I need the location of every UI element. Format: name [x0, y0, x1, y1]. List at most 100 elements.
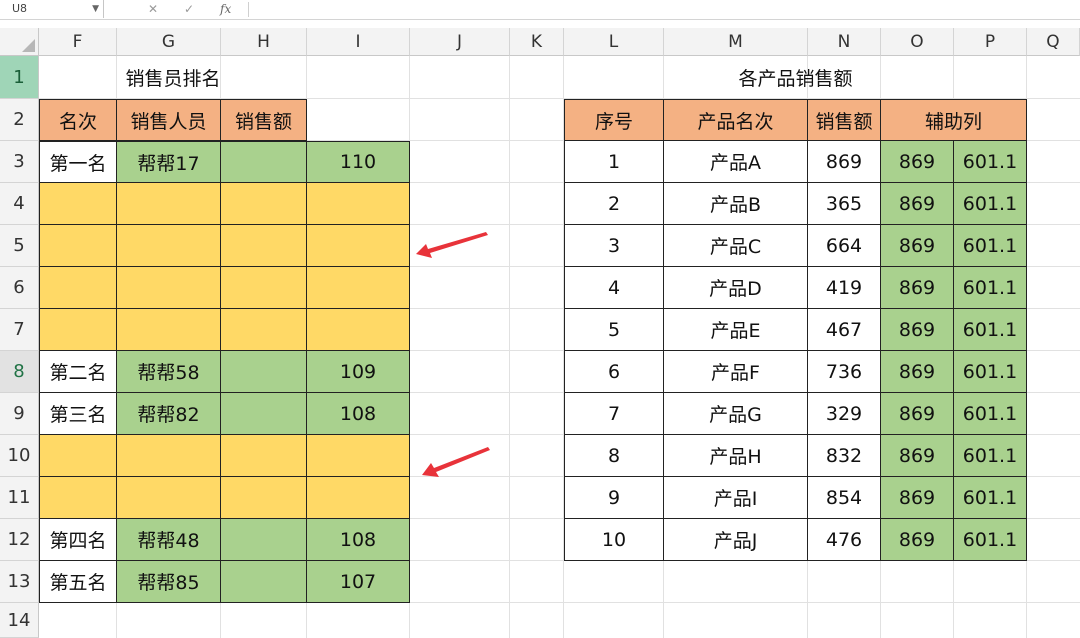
product-sales-cell[interactable]: 832 [808, 435, 881, 477]
check-icon[interactable]: ✓ [184, 0, 194, 18]
person-cell[interactable]: 帮帮58 [117, 351, 221, 393]
column-header-g[interactable]: G [117, 28, 221, 56]
column-header-q[interactable]: Q [1027, 28, 1080, 56]
right-header-cell[interactable]: 销售额 [808, 99, 881, 141]
aux-cell[interactable]: 869 [881, 435, 954, 477]
aux-cell[interactable]: 601.1 [954, 309, 1027, 351]
row-header-12[interactable]: 12 [0, 519, 39, 561]
aux-cell[interactable]: 869 [881, 519, 954, 561]
product-no-cell[interactable]: 8 [564, 435, 664, 477]
aux-cell[interactable]: 601.1 [954, 351, 1027, 393]
product-sales-cell[interactable]: 419 [808, 267, 881, 309]
product-no-cell[interactable]: 10 [564, 519, 664, 561]
value-cell[interactable]: 107 [307, 561, 410, 603]
sales-cell[interactable] [221, 183, 307, 225]
product-name-cell[interactable]: 产品C [664, 225, 808, 267]
aux-cell[interactable]: 601.1 [954, 141, 1027, 183]
aux-cell[interactable]: 869 [881, 393, 954, 435]
aux-cell[interactable]: 869 [881, 351, 954, 393]
rank-cell[interactable] [39, 183, 117, 225]
product-no-cell[interactable]: 4 [564, 267, 664, 309]
column-header-k[interactable]: K [510, 28, 564, 56]
row-header-3[interactable]: 3 [0, 141, 39, 183]
formula-input[interactable] [250, 0, 1080, 18]
fx-icon[interactable]: fx [220, 0, 231, 18]
aux-cell[interactable]: 869 [881, 225, 954, 267]
product-name-cell[interactable]: 产品D [664, 267, 808, 309]
right-header-cell[interactable]: 序号 [564, 99, 664, 141]
left-header-cell[interactable]: 销售额 [221, 99, 307, 141]
value-cell[interactable] [307, 435, 410, 477]
value-cell[interactable]: 108 [307, 519, 410, 561]
rank-cell[interactable]: 第二名 [39, 351, 117, 393]
row-header-4[interactable]: 4 [0, 183, 39, 225]
left-table-title[interactable]: 销售员排名 [39, 56, 307, 99]
product-no-cell[interactable]: 1 [564, 141, 664, 183]
column-header-n[interactable]: N [808, 28, 881, 56]
person-cell[interactable]: 帮帮85 [117, 561, 221, 603]
rank-cell[interactable] [39, 435, 117, 477]
aux-cell[interactable]: 601.1 [954, 267, 1027, 309]
product-name-cell[interactable]: 产品H [664, 435, 808, 477]
value-cell[interactable] [307, 477, 410, 519]
rank-cell[interactable]: 第一名 [39, 141, 117, 183]
sales-cell[interactable] [221, 141, 307, 183]
row-header-14[interactable]: 14 [0, 603, 39, 638]
person-cell[interactable] [117, 267, 221, 309]
aux-cell[interactable]: 601.1 [954, 519, 1027, 561]
sales-cell[interactable] [221, 393, 307, 435]
product-sales-cell[interactable]: 476 [808, 519, 881, 561]
product-no-cell[interactable]: 6 [564, 351, 664, 393]
rank-cell[interactable] [39, 267, 117, 309]
sales-cell[interactable] [221, 519, 307, 561]
aux-cell[interactable]: 869 [881, 141, 954, 183]
name-box[interactable]: U8 ▼ [0, 0, 104, 18]
person-cell[interactable] [117, 435, 221, 477]
chevron-down-icon[interactable]: ▼ [92, 0, 99, 18]
product-no-cell[interactable]: 2 [564, 183, 664, 225]
row-header-8[interactable]: 8 [0, 351, 39, 393]
sales-cell[interactable] [221, 561, 307, 603]
aux-cell[interactable]: 601.1 [954, 393, 1027, 435]
row-header-1[interactable]: 1 [0, 56, 39, 99]
rank-cell[interactable] [39, 477, 117, 519]
product-no-cell[interactable]: 5 [564, 309, 664, 351]
person-cell[interactable]: 帮帮17 [117, 141, 221, 183]
right-table-title[interactable]: 各产品销售额 [564, 56, 1027, 99]
person-cell[interactable] [117, 183, 221, 225]
row-header-2[interactable]: 2 [0, 99, 39, 141]
row-header-6[interactable]: 6 [0, 267, 39, 309]
person-cell[interactable] [117, 477, 221, 519]
product-sales-cell[interactable]: 854 [808, 477, 881, 519]
product-name-cell[interactable]: 产品A [664, 141, 808, 183]
sales-cell[interactable] [221, 435, 307, 477]
sales-cell[interactable] [221, 477, 307, 519]
value-cell[interactable] [307, 267, 410, 309]
product-no-cell[interactable]: 3 [564, 225, 664, 267]
person-cell[interactable]: 帮帮48 [117, 519, 221, 561]
product-name-cell[interactable]: 产品B [664, 183, 808, 225]
column-header-j[interactable]: J [410, 28, 510, 56]
right-header-cell[interactable]: 辅助列 [881, 99, 1027, 141]
product-name-cell[interactable]: 产品G [664, 393, 808, 435]
aux-cell[interactable]: 869 [881, 477, 954, 519]
product-no-cell[interactable]: 7 [564, 393, 664, 435]
column-header-p[interactable]: P [954, 28, 1027, 56]
aux-cell[interactable]: 601.1 [954, 225, 1027, 267]
rank-cell[interactable]: 第三名 [39, 393, 117, 435]
person-cell[interactable] [117, 309, 221, 351]
product-name-cell[interactable]: 产品I [664, 477, 808, 519]
product-name-cell[interactable]: 产品F [664, 351, 808, 393]
aux-cell[interactable]: 869 [881, 183, 954, 225]
product-sales-cell[interactable]: 329 [808, 393, 881, 435]
select-all-button[interactable] [0, 28, 39, 56]
row-header-13[interactable]: 13 [0, 561, 39, 603]
left-header-cell[interactable]: 名次 [39, 99, 117, 141]
column-header-i[interactable]: I [307, 28, 410, 56]
product-name-cell[interactable]: 产品J [664, 519, 808, 561]
sales-cell[interactable] [221, 351, 307, 393]
product-sales-cell[interactable]: 467 [808, 309, 881, 351]
row-header-10[interactable]: 10 [0, 435, 39, 477]
aux-cell[interactable]: 601.1 [954, 435, 1027, 477]
value-cell[interactable] [307, 183, 410, 225]
